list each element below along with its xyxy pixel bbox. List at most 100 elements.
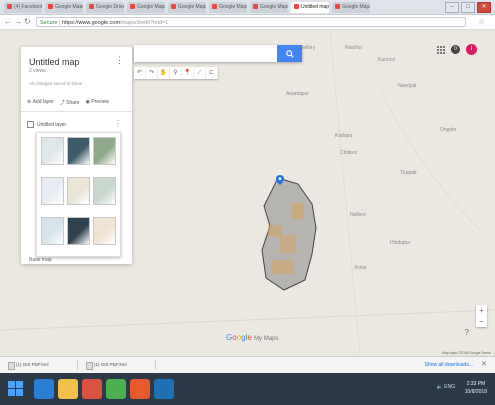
download-item[interactable]: (1) GIS PDF.kml <box>84 360 156 370</box>
apps-grid-icon[interactable] <box>437 45 445 54</box>
url-path: /maps/d/edit?mid=1 <box>120 20 169 26</box>
map-attribution[interactable]: Map data ©2018 Google Terms <box>442 351 491 355</box>
measure-icon[interactable]: ⊏ <box>206 67 218 79</box>
basemap-option[interactable] <box>67 177 90 205</box>
basemap-thumbnail <box>68 178 89 204</box>
basemap-option[interactable] <box>41 217 64 245</box>
windows-app-icon[interactable] <box>154 379 174 399</box>
district-highlight <box>272 260 294 274</box>
layer-options-icon[interactable]: ⋮ <box>114 119 122 128</box>
tab-favicon-icon <box>130 4 135 10</box>
basemap-option[interactable] <box>67 217 90 245</box>
browser-tab[interactable]: Google Drive <box>86 2 124 13</box>
pan-hand-icon[interactable]: ✋ <box>158 67 170 79</box>
maximize-button[interactable]: □ <box>461 2 475 13</box>
basemap-option[interactable] <box>93 217 116 245</box>
minimize-button[interactable]: – <box>445 2 459 13</box>
reload-icon[interactable]: ↻ <box>24 17 31 26</box>
add-marker-icon[interactable]: 📍 <box>182 67 194 79</box>
tab-label: Untitled map <box>301 4 329 10</box>
close-window-button[interactable]: ✕ <box>477 2 491 13</box>
map-place-label: Bellary <box>300 45 316 51</box>
tab-label: Google Drive <box>96 4 124 10</box>
map-place-label: Ongole <box>440 127 457 133</box>
map-place-label: Kolar <box>355 265 367 271</box>
avatar[interactable]: I <box>466 44 477 55</box>
system-tray[interactable]: 🔈 ENG <box>437 384 455 390</box>
basemap-option[interactable] <box>93 137 116 165</box>
save-status: All changes saved in Drive <box>29 81 83 86</box>
basemap-option[interactable] <box>41 137 64 165</box>
clock-date: 10/8/2018 <box>464 389 487 395</box>
browser-tab[interactable]: Google Maps <box>127 2 165 13</box>
draw-line-icon[interactable]: ⟋ <box>194 67 206 79</box>
browser-tab[interactable]: Untitled map <box>291 2 329 13</box>
map-place-label: Hindupur <box>390 240 411 246</box>
layer-checkbox[interactable] <box>27 121 34 128</box>
google-my-maps-logo: Google My Maps <box>226 333 279 342</box>
map-legend-panel: Untitled map 0 views All changes saved i… <box>21 47 132 264</box>
select-icon[interactable]: ⚲ <box>170 67 182 79</box>
browser-tab[interactable]: Google Maps <box>45 2 83 13</box>
basemap-option[interactable] <box>93 177 116 205</box>
ie-browser-icon[interactable] <box>34 379 54 399</box>
layer-name[interactable]: Untitled layer <box>37 122 66 128</box>
forward-icon[interactable]: → <box>14 17 22 26</box>
language-indicator[interactable]: ENG <box>444 384 455 390</box>
search-input[interactable] <box>134 48 280 66</box>
windows-taskbar: 🔈 ENG 2:33 PM 10/8/2018 <box>0 373 495 405</box>
close-downloads-icon[interactable]: ✕ <box>481 360 487 368</box>
basemap-option[interactable] <box>67 137 90 165</box>
taskbar-clock[interactable]: 2:33 PM 10/8/2018 <box>465 380 487 396</box>
back-icon[interactable]: ← <box>4 17 12 26</box>
tab-label: Google Maps <box>55 4 83 10</box>
share-icon: ⤴ <box>59 100 65 106</box>
district-highlight <box>268 225 282 237</box>
url-host: https://www.google.com <box>61 20 121 26</box>
action-label: Preview <box>91 99 110 105</box>
firefox-icon[interactable] <box>130 379 150 399</box>
help-icon[interactable]: ? <box>465 328 469 337</box>
file-explorer-icon[interactable] <box>58 379 78 399</box>
browser-tab[interactable]: Google Maps <box>250 2 288 13</box>
tab-favicon-icon <box>335 4 340 10</box>
downloads-bar: (1) GIS PDF.kml (1) GIS PDF.kml Show all… <box>0 356 495 373</box>
zoom-out-button[interactable]: − <box>476 316 487 327</box>
map-pin-icon[interactable] <box>276 175 284 185</box>
url-field[interactable]: Secure | https://www.google.com/maps/d/e… <box>36 17 466 27</box>
windows-start-icon[interactable] <box>8 381 23 396</box>
preview-action[interactable]: ◉ Preview <box>85 99 109 106</box>
tab-label: Google Maps <box>219 4 247 10</box>
browser-tab[interactable]: Google Maps <box>332 2 370 13</box>
share-action[interactable]: ⤴ Share <box>60 99 80 106</box>
layer-row[interactable]: Untitled layer <box>27 121 66 128</box>
bookmark-star-icon[interactable]: ☆ <box>478 17 485 26</box>
browser-tab[interactable]: (4) Facebook <box>4 2 42 13</box>
map-title[interactable]: Untitled map <box>29 57 80 67</box>
add-layer-action[interactable]: ⊕ Add layer <box>27 99 54 106</box>
browser-tab[interactable]: Google Maps <box>209 2 247 13</box>
zoom-controls: + − <box>476 305 487 327</box>
basemap-thumbnail <box>42 218 63 244</box>
basemap-label[interactable]: Base map <box>29 257 52 263</box>
drawn-polygon[interactable] <box>250 170 330 295</box>
volume-icon[interactable]: 🔈 <box>437 384 443 390</box>
tab-favicon-icon <box>294 4 299 10</box>
undo-icon[interactable]: ↶ <box>134 67 146 79</box>
show-all-downloads-link[interactable]: Show all downloads... <box>425 362 473 368</box>
tab-favicon-icon <box>171 4 176 10</box>
browser-tab[interactable]: Google Maps <box>168 2 206 13</box>
search-button[interactable] <box>277 45 302 62</box>
notifications-icon[interactable]: 0 <box>451 45 460 54</box>
url-secure-label: Secure <box>40 20 58 26</box>
app-icon[interactable] <box>106 379 126 399</box>
chrome-icon[interactable] <box>82 379 102 399</box>
tab-favicon-icon <box>212 4 217 10</box>
download-item[interactable]: (1) GIS PDF.kml <box>6 360 78 370</box>
basemap-option[interactable] <box>41 177 64 205</box>
browser-tab-bar: (4) Facebook Google Maps Google Drive Googl… <box>0 0 495 15</box>
redo-icon[interactable]: ↷ <box>146 67 158 79</box>
map-place-label: Raichur <box>345 45 363 51</box>
zoom-in-button[interactable]: + <box>476 305 487 316</box>
map-options-icon[interactable]: ⋮ <box>115 55 124 66</box>
